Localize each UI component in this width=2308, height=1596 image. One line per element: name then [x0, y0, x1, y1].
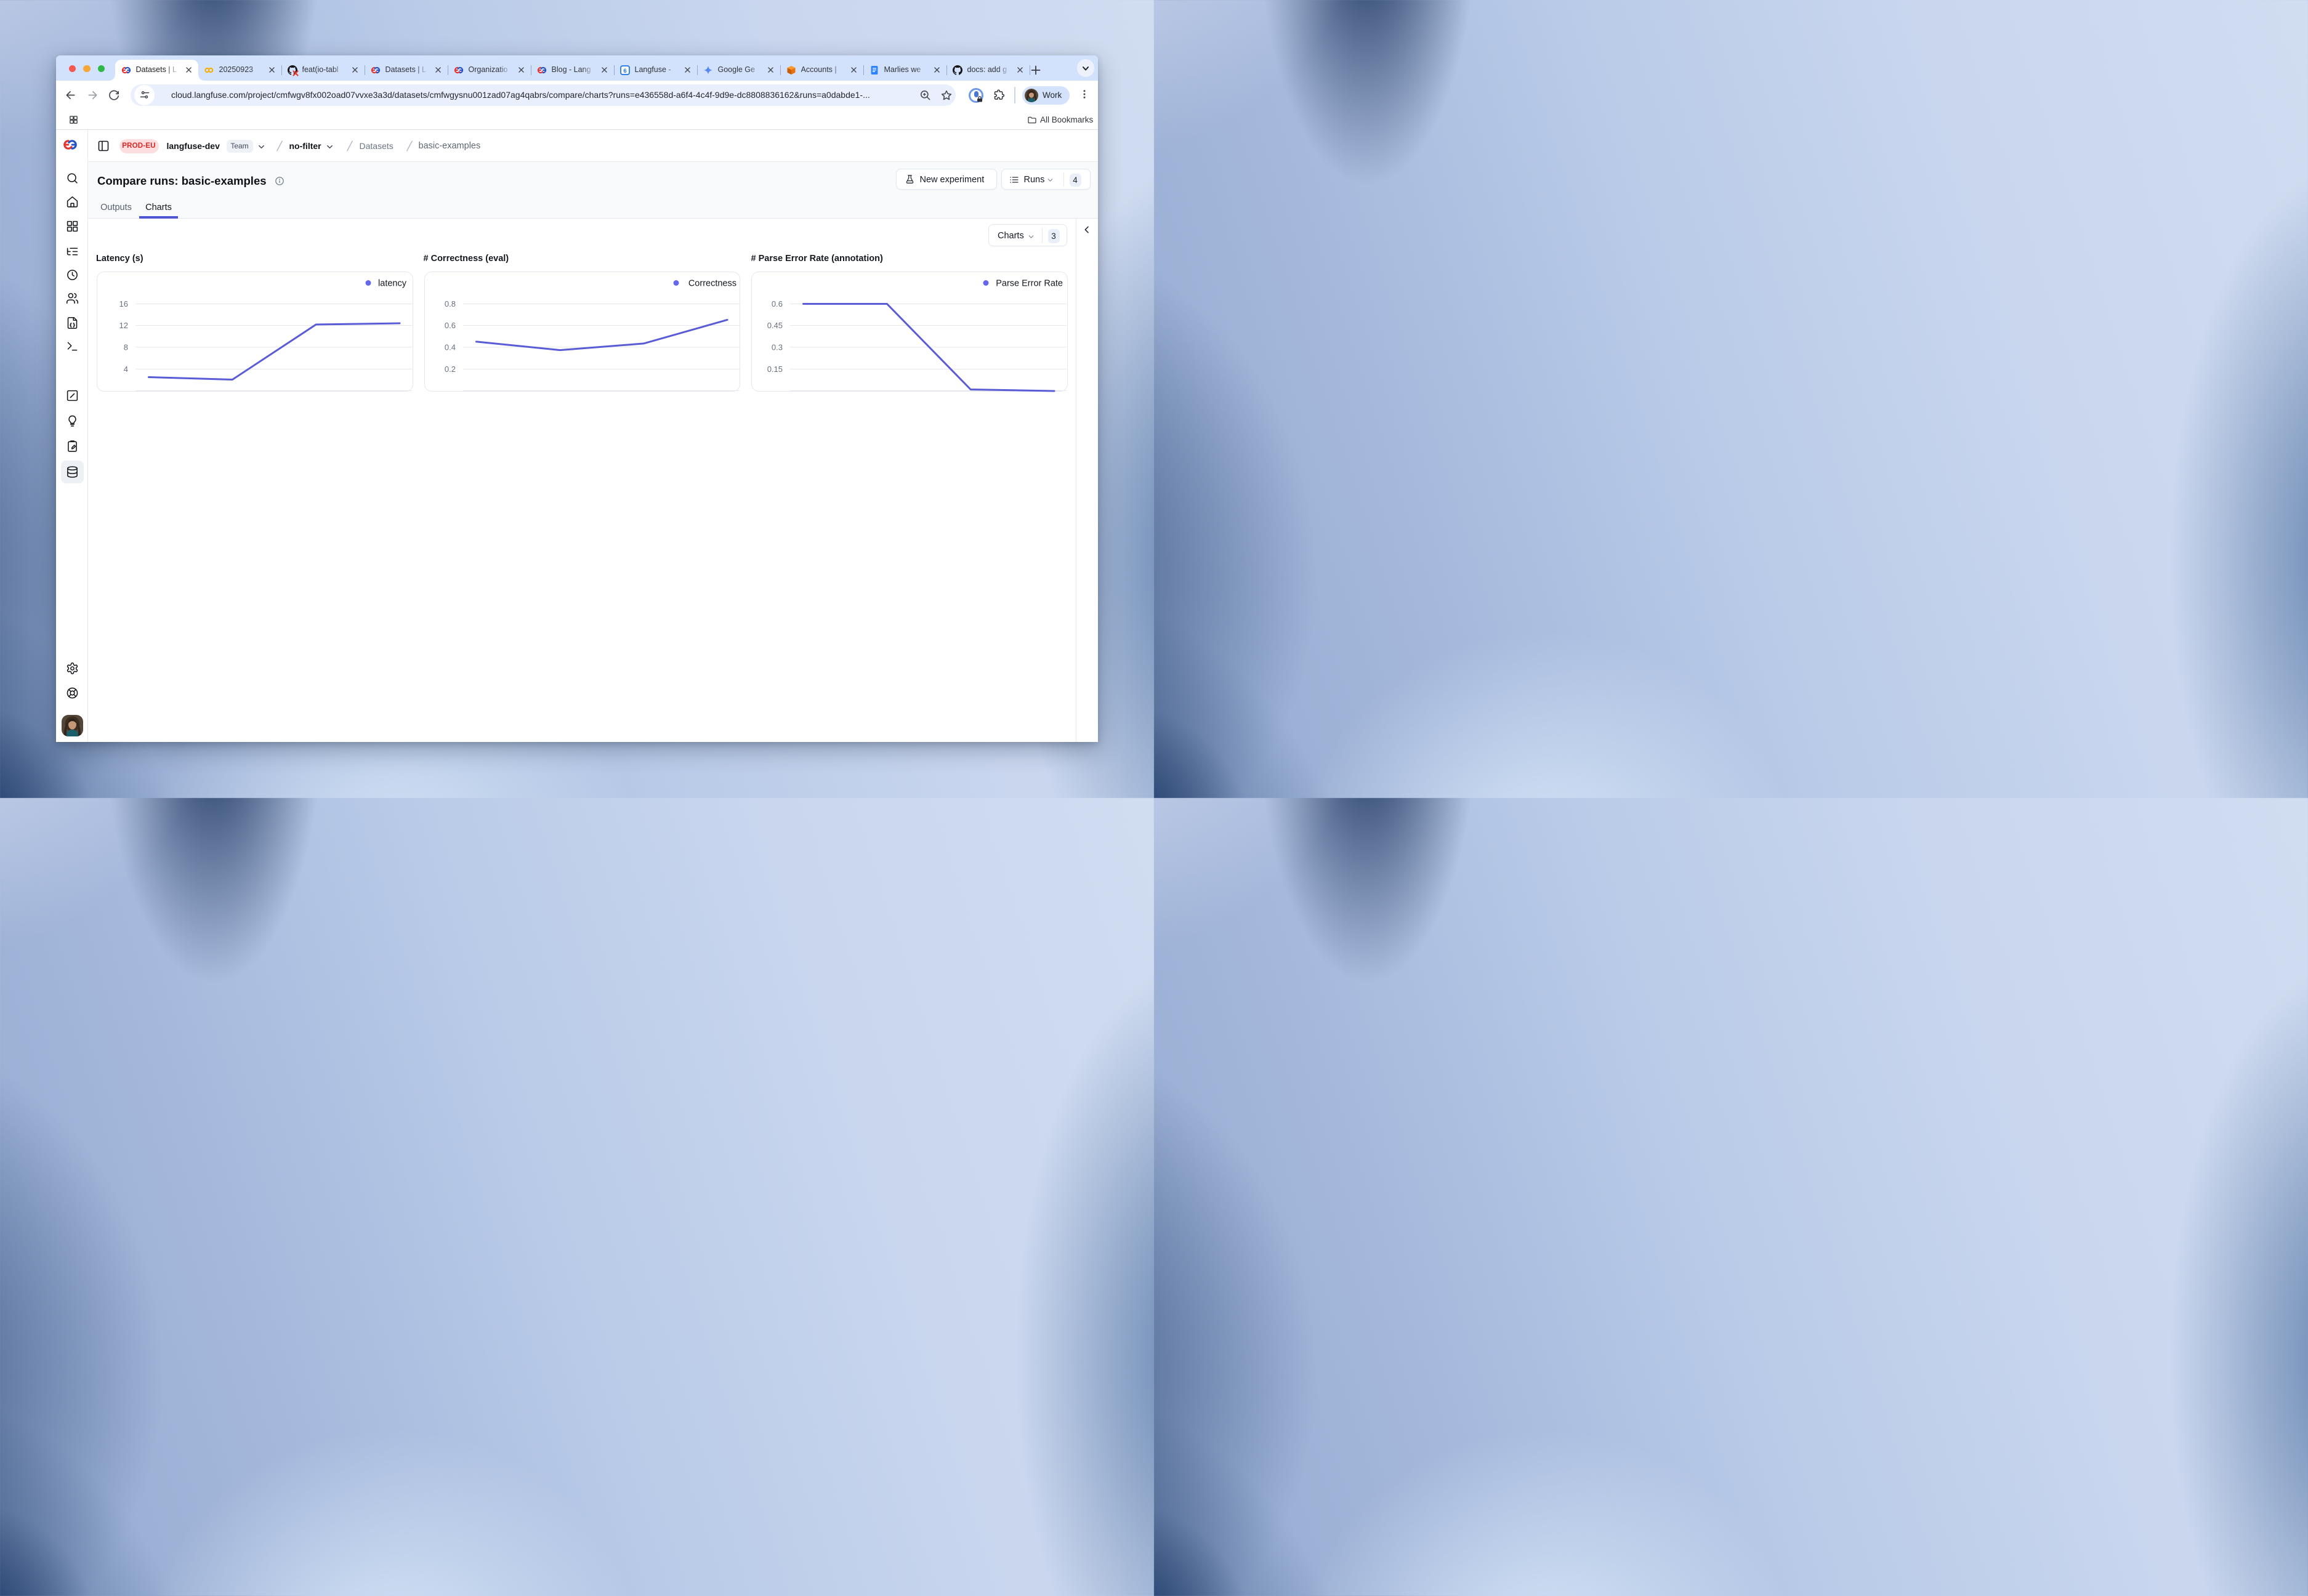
svg-text:Correctness: Correctness	[688, 279, 736, 289]
svg-text:0.15: 0.15	[767, 365, 783, 374]
svg-text:0.45: 0.45	[767, 321, 783, 330]
svg-text:0.6: 0.6	[772, 299, 783, 308]
svg-text:0.4: 0.4	[444, 342, 455, 352]
svg-text:latency: latency	[378, 279, 407, 289]
svg-text:0.6: 0.6	[444, 321, 455, 330]
svg-text:Parse Error Rate: Parse Error Rate	[996, 279, 1063, 289]
svg-text:0.2: 0.2	[444, 365, 455, 374]
svg-text:0.3: 0.3	[772, 342, 783, 352]
svg-text:16: 16	[119, 299, 128, 308]
svg-text:8: 8	[124, 342, 128, 352]
svg-text:0.8: 0.8	[444, 299, 455, 308]
svg-text:4: 4	[124, 365, 128, 374]
svg-text:12: 12	[119, 321, 128, 330]
